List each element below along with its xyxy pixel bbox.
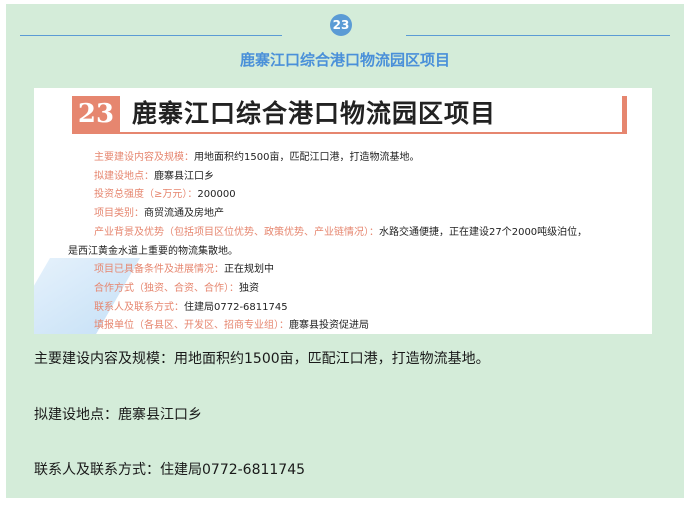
section-number-badge: 23 xyxy=(330,14,352,36)
card-details: 主要建设内容及规模：用地面积约1500亩，匹配江口港，打造物流基地。 拟建设地点… xyxy=(68,149,634,334)
body-location-text: 拟建设地点：鹿寨县江口乡 xyxy=(34,407,202,423)
card-row-advantages-continued: 是西江黄金水道上重要的物流集散地。 xyxy=(68,245,238,257)
card-row-location: 拟建设地点：鹿寨县江口乡 xyxy=(94,170,214,182)
card-number: 23 xyxy=(72,96,120,132)
article-panel: 23 鹿寨江口综合港口物流园区项目 23 鹿寨江口综合港口物流园区项目 主要建设… xyxy=(6,4,684,498)
body-contact-text: 联系人及联系方式：住建局0772-6811745 xyxy=(34,462,306,478)
body-scale-text: 主要建设内容及规模：用地面积约1500亩，匹配江口港，打造物流基地。 xyxy=(34,351,490,367)
card-row-advantages: 产业背景及优势（包括项目区位优势、政策优势、产业链情况）：水路交通便捷，正在建设… xyxy=(94,226,588,238)
card-row-cooperation: 合作方式（独资、合资、合作）：独资 xyxy=(94,282,259,294)
card-row-investment: 投资总强度（≥万元）：200000 xyxy=(94,189,236,201)
card-row-reporter: 填报单位（各县区、开发区、招商专业组）：鹿寨县投资促进局 xyxy=(94,320,369,332)
header-rule-left xyxy=(20,35,282,36)
card-row-category: 项目类别：商贸流通及房地产 xyxy=(94,208,224,220)
card-row-progress: 项目已具备条件及进展情况：正在规划中 xyxy=(94,264,274,276)
card-header: 23 鹿寨江口综合港口物流园区项目 xyxy=(72,96,627,134)
header-rule-right xyxy=(406,35,670,36)
card-row-scale: 主要建设内容及规模：用地面积约1500亩，匹配江口港，打造物流基地。 xyxy=(94,152,420,163)
card-title: 鹿寨江口综合港口物流园区项目 xyxy=(132,99,497,128)
card-row-contact: 联系人及联系方式：住建局0772-6811745 xyxy=(94,301,288,313)
section-title: 鹿寨江口综合港口物流园区项目 xyxy=(239,51,450,69)
project-card-image: 23 鹿寨江口综合港口物流园区项目 主要建设内容及规模：用地面积约1500亩，匹… xyxy=(34,88,652,334)
